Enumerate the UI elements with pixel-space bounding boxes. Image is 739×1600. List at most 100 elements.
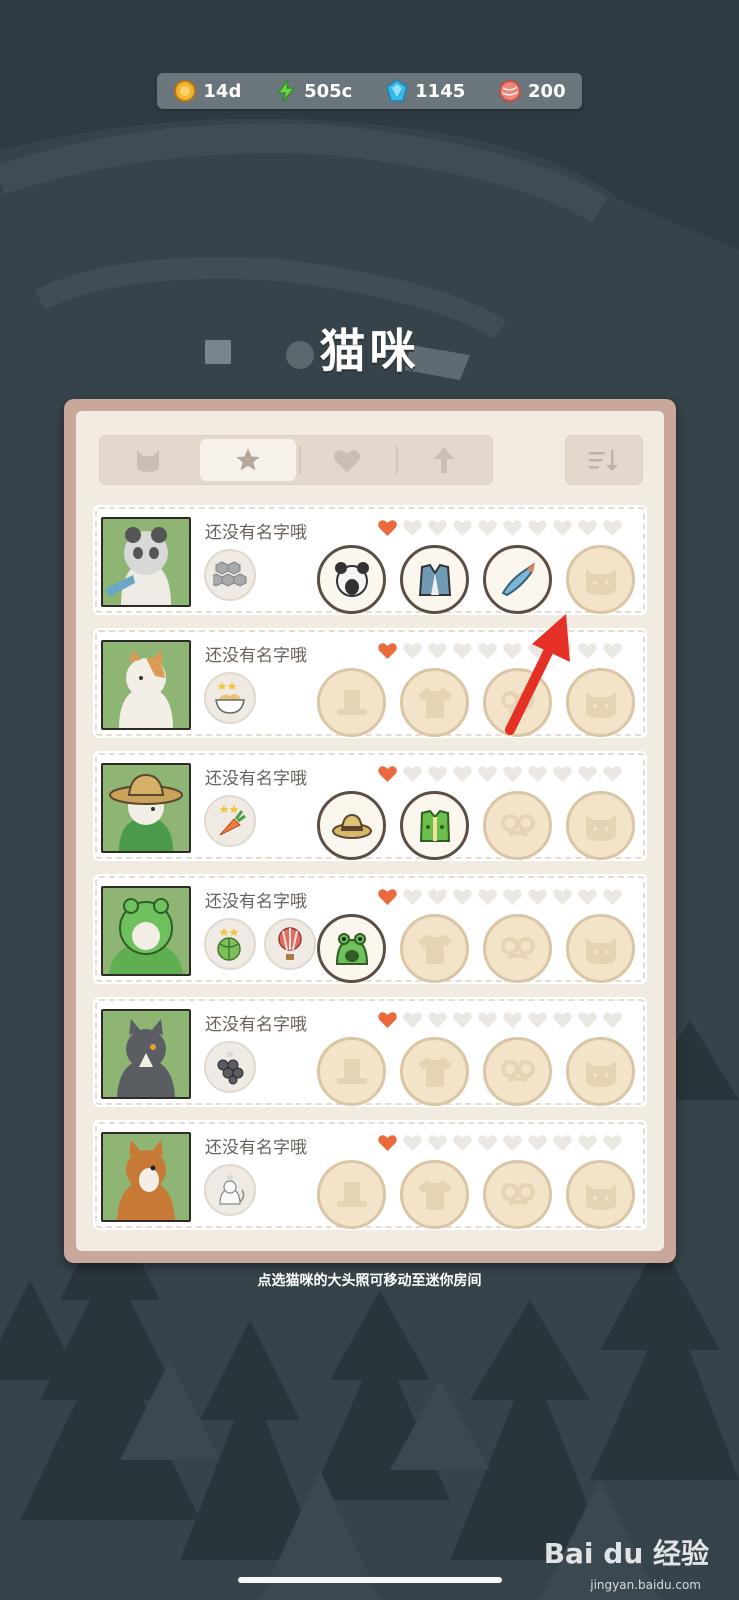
cat-card[interactable]: 还没有名字哦 (93, 505, 647, 615)
tab-level[interactable] (395, 436, 493, 484)
panda-hat-icon (334, 561, 369, 597)
heart-empty-icon (528, 1135, 547, 1151)
costume-slots (317, 1037, 635, 1106)
tab-affection[interactable] (299, 436, 396, 484)
cat-skills (204, 795, 256, 847)
costume-slots (317, 545, 635, 614)
heart-filled-icon (378, 766, 397, 782)
cat-avatar[interactable] (101, 886, 191, 976)
lightning-icon (276, 79, 296, 103)
cat-name: 还没有名字哦 (205, 892, 307, 912)
slot-accessory[interactable] (483, 1160, 552, 1229)
heart-empty-icon (478, 766, 497, 782)
empty-shirt-icon (417, 687, 452, 718)
sort-button[interactable] (565, 435, 643, 485)
slot-hat[interactable] (317, 791, 386, 860)
slot-hat[interactable] (317, 545, 386, 614)
slot-face[interactable] (566, 914, 635, 983)
heart-empty-icon (453, 1012, 472, 1028)
cat-panel-inner: 还没有名字哦 还没有名字哦 还没有名字哦 还没有名字哦 还没有名字哦 还没有名字… (76, 411, 664, 1251)
slot-face[interactable] (566, 545, 635, 614)
cat-name: 还没有名字哦 (205, 1015, 307, 1035)
cat-head-icon (137, 450, 160, 472)
cat-card[interactable]: 还没有名字哦 (93, 874, 647, 984)
heart-empty-icon (578, 520, 597, 536)
tab-cats[interactable] (100, 436, 197, 484)
filter-tabs (99, 435, 493, 485)
slot-face[interactable] (566, 1160, 635, 1229)
hot-air-balloon-icon (264, 918, 316, 970)
slot-hat[interactable] (317, 914, 386, 983)
empty-glasses-icon (500, 1059, 535, 1083)
heart-empty-icon (428, 520, 447, 536)
heart-empty-icon (478, 643, 497, 659)
slot-accessory[interactable] (483, 1037, 552, 1106)
slot-clothes[interactable] (400, 1037, 469, 1106)
heart-empty-icon (503, 766, 522, 782)
heart-empty-icon (453, 889, 472, 905)
heart-empty-icon (478, 889, 497, 905)
heart-filled-icon (378, 889, 397, 905)
green-vest-icon (419, 809, 450, 842)
slot-hat[interactable] (317, 668, 386, 737)
cat-card[interactable]: 还没有名字哦 (93, 1120, 647, 1230)
heart-filled-icon (378, 1135, 397, 1151)
slot-clothes[interactable] (400, 914, 469, 983)
cat-avatar[interactable] (101, 1009, 191, 1099)
slot-clothes[interactable] (400, 668, 469, 737)
heart-empty-icon (553, 766, 572, 782)
cat-card[interactable]: 还没有名字哦 (93, 997, 647, 1107)
heart-empty-icon (503, 889, 522, 905)
cat-avatar[interactable] (101, 1132, 191, 1222)
heart-empty-icon (403, 643, 422, 659)
heart-empty-icon (428, 1012, 447, 1028)
watermark-url: jingyan.baidu.com (590, 1578, 701, 1592)
costume-slots (317, 791, 635, 860)
coin-icon (174, 80, 197, 102)
home-indicator[interactable] (238, 1577, 502, 1583)
cat-avatar[interactable] (101, 517, 191, 607)
energy-counter[interactable]: 505c (274, 79, 352, 103)
gem-counter[interactable]: 1145 (385, 79, 465, 103)
tab-favorites[interactable] (199, 439, 296, 481)
hint-text: 点选猫咪的大头照可移动至迷你房间 (257, 1273, 482, 1289)
empty-face-icon (585, 937, 616, 964)
heart-empty-icon (403, 766, 422, 782)
slot-hat[interactable] (317, 1160, 386, 1229)
slot-face[interactable] (566, 791, 635, 860)
slot-hat[interactable] (317, 1037, 386, 1106)
coin-counter[interactable]: 14d (173, 79, 241, 103)
heart-empty-icon (403, 1012, 422, 1028)
slot-accessory[interactable] (483, 791, 552, 860)
empty-face-icon (585, 1183, 616, 1210)
heart-empty-icon (478, 1135, 497, 1151)
cat-avatar[interactable] (101, 763, 191, 853)
fish-icon (501, 562, 535, 596)
empty-shirt-icon (417, 1179, 452, 1210)
red-arrow-icon (505, 614, 570, 735)
heart-filled-icon (378, 643, 397, 659)
heart-empty-icon (578, 766, 597, 782)
star-icon (236, 448, 260, 471)
heart-empty-icon (503, 1012, 522, 1028)
slot-face[interactable] (566, 1037, 635, 1106)
heart-empty-icon (553, 1135, 572, 1151)
cat-skills (204, 918, 316, 970)
slot-clothes[interactable] (400, 545, 469, 614)
slot-accessory[interactable] (483, 914, 552, 983)
energy-value: 505c (304, 80, 353, 102)
cat-skills (204, 549, 256, 601)
cat-avatar[interactable] (101, 640, 191, 730)
cat-skills (204, 1041, 256, 1093)
cat-name: 还没有名字哦 (205, 646, 307, 666)
empty-face-icon (585, 568, 616, 595)
yarn-icon (499, 80, 522, 102)
white-cat-icon (204, 1164, 256, 1216)
cat-name: 还没有名字哦 (205, 1138, 307, 1158)
slot-clothes[interactable] (400, 791, 469, 860)
cat-card[interactable]: 还没有名字哦 (93, 751, 647, 861)
slot-clothes[interactable] (400, 1160, 469, 1229)
slot-accessory[interactable] (483, 545, 552, 614)
heart-empty-icon (603, 1135, 622, 1151)
yarn-counter[interactable]: 200 (498, 79, 566, 103)
